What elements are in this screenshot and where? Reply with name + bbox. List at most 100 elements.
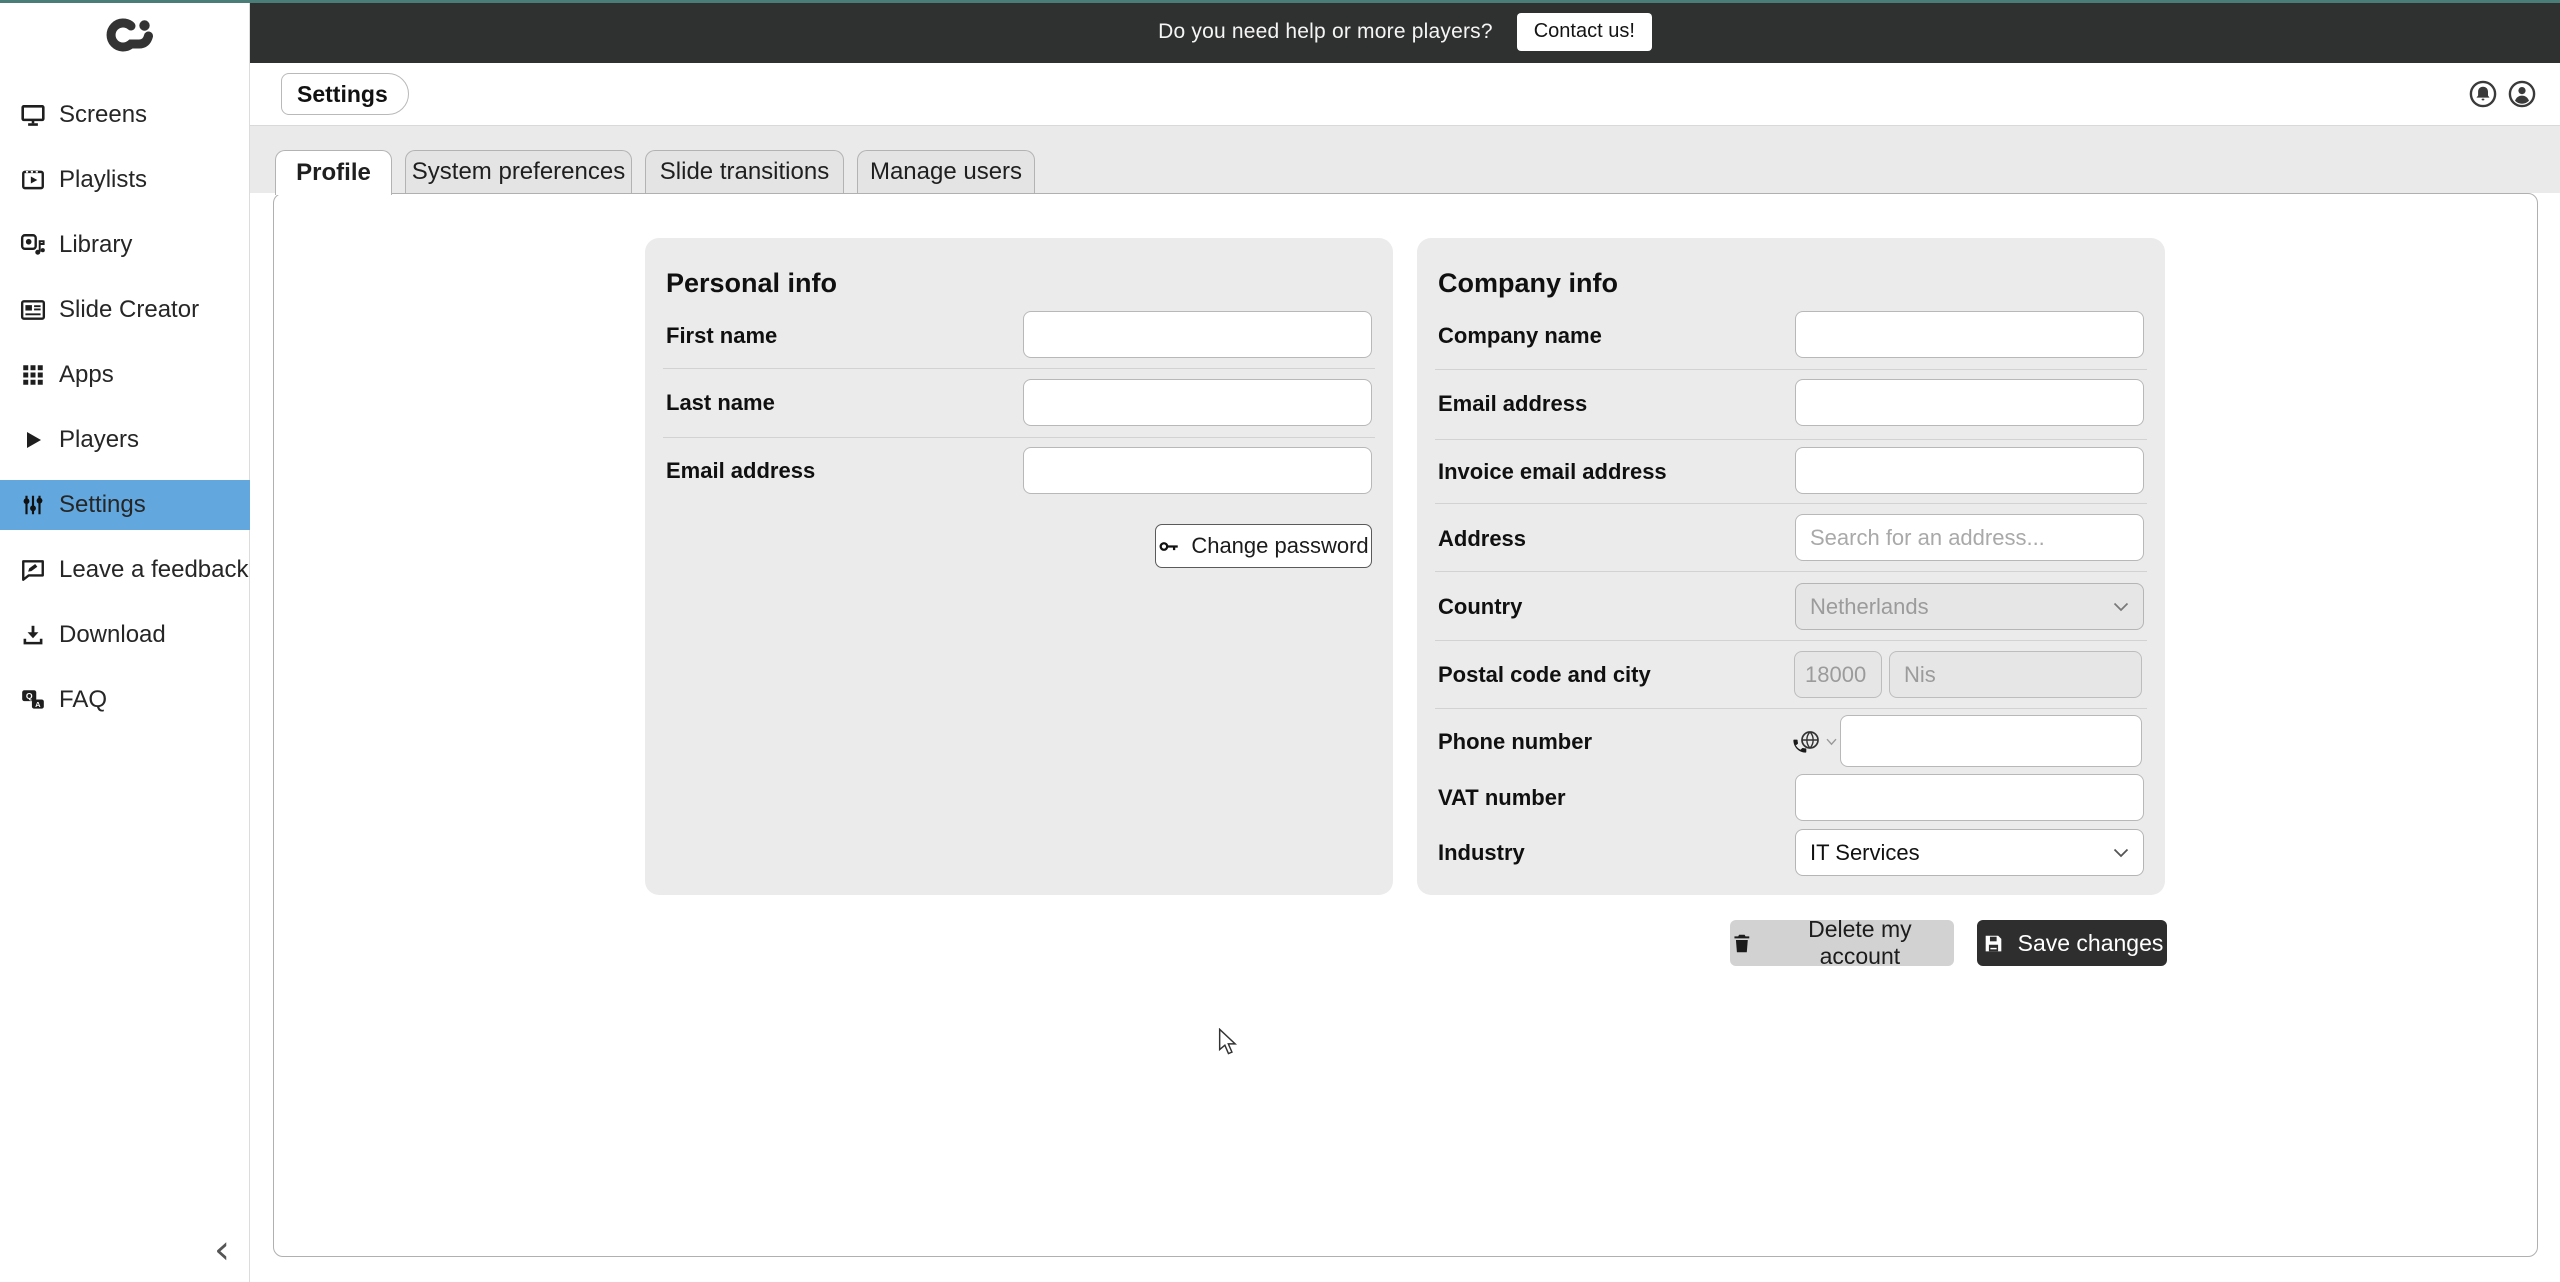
key-icon (1158, 535, 1181, 558)
tab-label: Profile (296, 159, 371, 187)
sidebar-item-label: Settings (59, 491, 146, 519)
sidebar: Screens Playlists Library Slide Creator (0, 0, 250, 1282)
sidebar-collapse-button[interactable]: ‹ (204, 1232, 240, 1272)
tab-system-preferences[interactable]: System preferences (405, 150, 632, 193)
mouse-cursor (1218, 1028, 1240, 1056)
row-divider (663, 437, 1375, 438)
svg-text:Q: Q (26, 691, 33, 701)
sidebar-item-players[interactable]: Players (0, 415, 250, 465)
sidebar-item-label: Download (59, 621, 166, 649)
city-input[interactable] (1889, 651, 2142, 698)
tab-profile[interactable]: Profile (275, 150, 392, 195)
row-divider (1435, 439, 2147, 440)
sidebar-item-label: Players (59, 426, 139, 454)
download-icon (20, 622, 46, 648)
phone-globe-icon (1789, 727, 1823, 757)
tab-manage-users[interactable]: Manage users (857, 150, 1035, 193)
postal-code-input[interactable] (1794, 651, 1882, 698)
feedback-bubble-icon (20, 557, 46, 583)
company-name-label: Company name (1438, 323, 1602, 349)
row-divider (1435, 571, 2147, 572)
brand-logo-icon[interactable] (98, 18, 156, 54)
personal-info-card: Personal info First name Last name Email… (645, 238, 1393, 895)
phone-country-dropdown[interactable] (1789, 725, 1841, 759)
row-divider (663, 368, 1375, 369)
address-search-input[interactable] (1795, 514, 2144, 561)
company-name-input[interactable] (1795, 311, 2144, 358)
top-help-bar: Do you need help or more players? Contac… (250, 0, 2560, 63)
row-divider (1435, 708, 2147, 709)
first-name-label: First name (666, 323, 777, 349)
svg-text:A: A (35, 700, 41, 709)
sidebar-item-faq[interactable]: QA FAQ (0, 675, 250, 725)
tab-slide-transitions[interactable]: Slide transitions (645, 150, 844, 193)
breadcrumb[interactable]: Settings (281, 73, 409, 115)
change-password-label: Change password (1191, 533, 1368, 559)
invoice-email-input[interactable] (1795, 447, 2144, 494)
chevron-down-icon (2113, 848, 2129, 858)
contact-us-button[interactable]: Contact us! (1517, 13, 1652, 51)
sidebar-item-library[interactable]: Library (0, 220, 250, 270)
sidebar-item-playlists[interactable]: Playlists (0, 155, 250, 205)
delete-account-label: Delete my account (1766, 916, 1954, 970)
chevron-down-icon (1826, 738, 1837, 746)
save-changes-button[interactable]: Save changes (1977, 920, 2167, 966)
account-icon[interactable] (2508, 80, 2536, 108)
industry-select[interactable]: IT Services (1795, 829, 2144, 876)
slide-creator-icon (20, 297, 46, 323)
delete-account-button[interactable]: Delete my account (1730, 920, 1954, 966)
sidebar-item-settings[interactable]: Settings (0, 480, 250, 530)
address-label: Address (1438, 526, 1526, 552)
last-name-input[interactable] (1023, 379, 1372, 426)
phone-number-label: Phone number (1438, 729, 1592, 755)
country-label: Country (1438, 594, 1522, 620)
faq-icon: QA (20, 687, 46, 713)
vat-number-input[interactable] (1795, 774, 2144, 821)
sidebar-item-leave-a-feedback[interactable]: Leave a feedback (0, 545, 250, 595)
sidebar-item-screens[interactable]: Screens (0, 90, 250, 140)
country-select[interactable]: Netherlands (1795, 583, 2144, 630)
sidebar-item-label: Slide Creator (59, 296, 199, 324)
chevron-down-icon (2113, 602, 2129, 612)
sidebar-item-slide-creator[interactable]: Slide Creator (0, 285, 250, 335)
sidebar-item-label: Screens (59, 101, 147, 129)
personal-email-input[interactable] (1023, 447, 1372, 494)
profile-panel (273, 193, 2538, 1257)
sidebar-item-download[interactable]: Download (0, 610, 250, 660)
sidebar-item-label: Apps (59, 361, 114, 389)
library-icon (20, 232, 46, 258)
sidebar-item-apps[interactable]: Apps (0, 350, 250, 400)
tab-label: Slide transitions (660, 158, 829, 186)
app-window: Screens Playlists Library Slide Creator (0, 0, 2560, 1282)
tab-label: Manage users (870, 158, 1022, 186)
row-divider (1435, 503, 2147, 504)
first-name-input[interactable] (1023, 311, 1372, 358)
help-text: Do you need help or more players? (1158, 20, 1493, 44)
company-info-card: Company info Company name Email address … (1417, 238, 2165, 895)
notifications-bell-icon[interactable] (2469, 80, 2497, 108)
company-info-title: Company info (1438, 268, 1618, 299)
industry-value: IT Services (1810, 840, 1920, 866)
header-strip: Settings (250, 63, 2560, 126)
change-password-button[interactable]: Change password (1155, 524, 1372, 568)
row-divider (1435, 369, 2147, 370)
top-accent-line (0, 0, 2560, 3)
last-name-label: Last name (666, 390, 775, 416)
personal-email-label: Email address (666, 458, 815, 484)
apps-grid-icon (20, 362, 46, 388)
screens-icon (20, 102, 46, 128)
row-divider (1435, 640, 2147, 641)
tab-label: System preferences (412, 158, 625, 186)
play-triangle-icon (20, 427, 46, 453)
personal-info-title: Personal info (666, 268, 837, 299)
sidebar-item-label: Library (59, 231, 132, 259)
company-email-input[interactable] (1795, 379, 2144, 426)
header-icon-group (2469, 80, 2536, 108)
country-value: Netherlands (1810, 594, 1929, 620)
vat-number-label: VAT number (1438, 785, 1566, 811)
save-changes-label: Save changes (2018, 930, 2164, 957)
postal-city-label: Postal code and city (1438, 662, 1651, 688)
sidebar-item-label: Playlists (59, 166, 147, 194)
phone-number-input[interactable] (1840, 715, 2142, 767)
sidebar-item-label: FAQ (59, 686, 107, 714)
